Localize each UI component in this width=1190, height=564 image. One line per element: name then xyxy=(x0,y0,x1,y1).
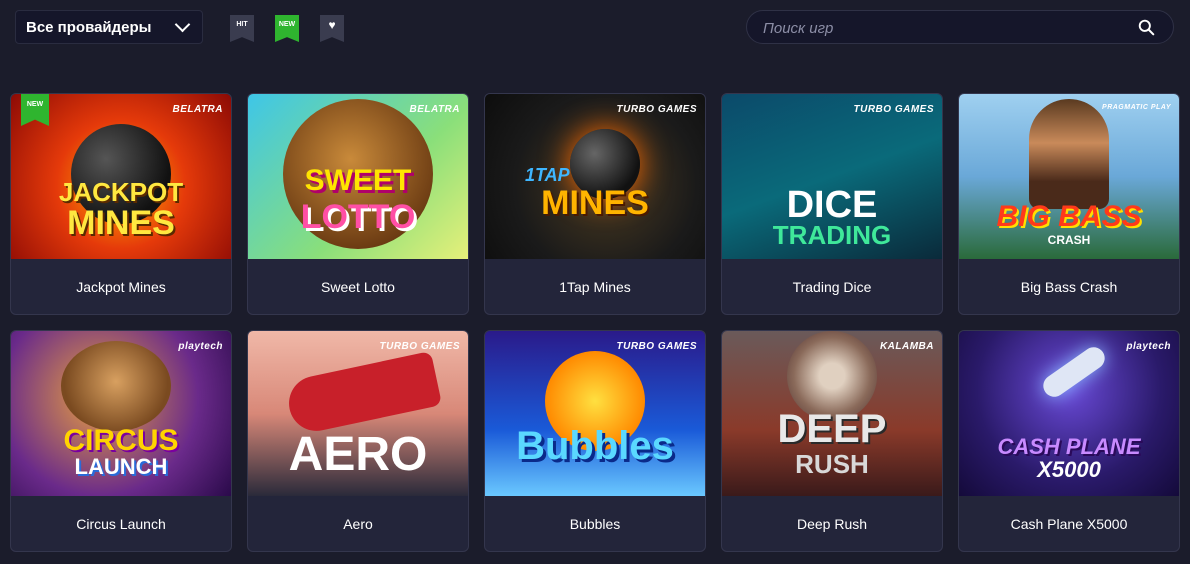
game-art-title: DICE xyxy=(786,184,878,226)
provider-logo: playtech xyxy=(1126,341,1171,352)
game-name: Deep Rush xyxy=(796,516,868,532)
game-art-subtitle: MINES xyxy=(541,184,649,222)
provider-dropdown-label: Все провайдеры xyxy=(26,18,152,36)
game-name: Aero xyxy=(343,516,373,532)
game-name: Cash Plane X5000 xyxy=(1010,516,1128,532)
game-name: Jackpot Mines xyxy=(76,279,166,295)
game-art-subtitle: LAUNCH xyxy=(74,454,168,479)
game-name: Circus Launch xyxy=(76,516,166,532)
provider-logo: TURBO GAMES xyxy=(853,104,934,115)
game-art-title: Bubbles xyxy=(516,424,674,468)
search-input[interactable] xyxy=(761,11,1125,45)
game-card[interactable]: TURBO GAMES Bubbles Bubbles xyxy=(484,330,706,552)
game-art-title: BIG BASS xyxy=(996,200,1142,233)
game-art-title: AERO xyxy=(288,428,428,481)
new-badge: NEW xyxy=(21,94,49,126)
game-art-subtitle: CRASH xyxy=(1047,233,1091,247)
game-thumbnail: TURBO GAMES Bubbles xyxy=(485,331,705,496)
chevron-down-icon xyxy=(174,16,191,33)
provider-dropdown[interactable]: Все провайдеры xyxy=(15,10,203,44)
game-name: Trading Dice xyxy=(792,279,872,295)
game-card[interactable]: NEW BELATRA JACKPOT MINES Jackpot Mines xyxy=(10,93,232,315)
game-thumbnail: NEW BELATRA JACKPOT MINES xyxy=(11,94,231,259)
game-thumbnail: TURBO GAMES DICE TRADING xyxy=(722,94,942,259)
favorites-filter-tag[interactable]: ♥ xyxy=(320,15,344,42)
provider-logo: TURBO GAMES xyxy=(379,341,460,352)
fisherman-figure xyxy=(1029,99,1109,209)
game-art-title: CASH PLANE xyxy=(997,434,1141,459)
game-thumbnail: KALAMBA DEEP RUSH xyxy=(722,331,942,496)
provider-logo: PRAGMATIC PLAY xyxy=(1102,104,1171,111)
game-art-subtitle: MINES xyxy=(67,204,175,242)
search-box xyxy=(746,10,1174,45)
provider-logo: TURBO GAMES xyxy=(616,341,697,352)
game-name: Sweet Lotto xyxy=(321,279,395,295)
hit-filter-tag[interactable]: HIT xyxy=(230,15,254,42)
game-card[interactable]: TURBO GAMES AERO Aero xyxy=(247,330,469,552)
filter-bar: Все провайдеры HIT NEW ♥ xyxy=(0,0,1190,60)
new-filter-tag[interactable]: NEW xyxy=(275,15,299,42)
game-thumbnail: BELATRA SWEET LOTTO xyxy=(248,94,468,259)
game-art-title: SWEET xyxy=(304,164,412,197)
game-thumbnail: PRAGMATIC PLAY BIG BASS CRASH xyxy=(959,94,1179,259)
game-card[interactable]: TURBO GAMES 1TAP MINES 1Tap Mines xyxy=(484,93,706,315)
game-card[interactable]: TURBO GAMES DICE TRADING Trading Dice xyxy=(721,93,943,315)
provider-logo: BELATRA xyxy=(409,104,460,115)
provider-logo: KALAMBA xyxy=(879,341,934,352)
game-art-subtitle: LOTTO xyxy=(300,198,416,236)
game-art-title: DEEP xyxy=(777,407,887,451)
game-thumbnail: TURBO GAMES 1TAP MINES xyxy=(485,94,705,259)
game-art-subtitle: RUSH xyxy=(795,449,869,479)
game-card[interactable]: PRAGMATIC PLAY BIG BASS CRASH Big Bass C… xyxy=(958,93,1180,315)
airplane-figure xyxy=(283,351,443,436)
provider-logo: BELATRA xyxy=(172,104,223,115)
provider-logo: playtech xyxy=(178,341,223,352)
game-card[interactable]: KALAMBA DEEP RUSH Deep Rush xyxy=(721,330,943,552)
game-card[interactable]: playtech CIRCUS LAUNCH Circus Launch xyxy=(10,330,232,552)
game-thumbnail: playtech CASH PLANE X5000 xyxy=(959,331,1179,496)
game-art-subtitle: X5000 xyxy=(1037,457,1101,482)
jet-figure xyxy=(1039,342,1109,402)
game-name: Bubbles xyxy=(569,516,621,532)
game-card[interactable]: playtech CASH PLANE X5000 Cash Plane X50… xyxy=(958,330,1180,552)
heart-icon: ♥ xyxy=(328,18,336,32)
game-name: Big Bass Crash xyxy=(1020,279,1118,295)
game-thumbnail: TURBO GAMES AERO xyxy=(248,331,468,496)
game-name: 1Tap Mines xyxy=(559,279,631,295)
game-art-title: 1TAP xyxy=(525,165,570,185)
game-art-title: JACKPOT xyxy=(58,177,184,207)
game-art-title: CIRCUS xyxy=(63,424,179,457)
provider-logo: TURBO GAMES xyxy=(616,104,697,115)
game-art-subtitle: TRADING xyxy=(772,220,892,250)
monkey-figure xyxy=(61,341,171,431)
search-icon[interactable] xyxy=(1138,19,1155,36)
game-thumbnail: playtech CIRCUS LAUNCH xyxy=(11,331,231,496)
game-card[interactable]: BELATRA SWEET LOTTO Sweet Lotto xyxy=(247,93,469,315)
